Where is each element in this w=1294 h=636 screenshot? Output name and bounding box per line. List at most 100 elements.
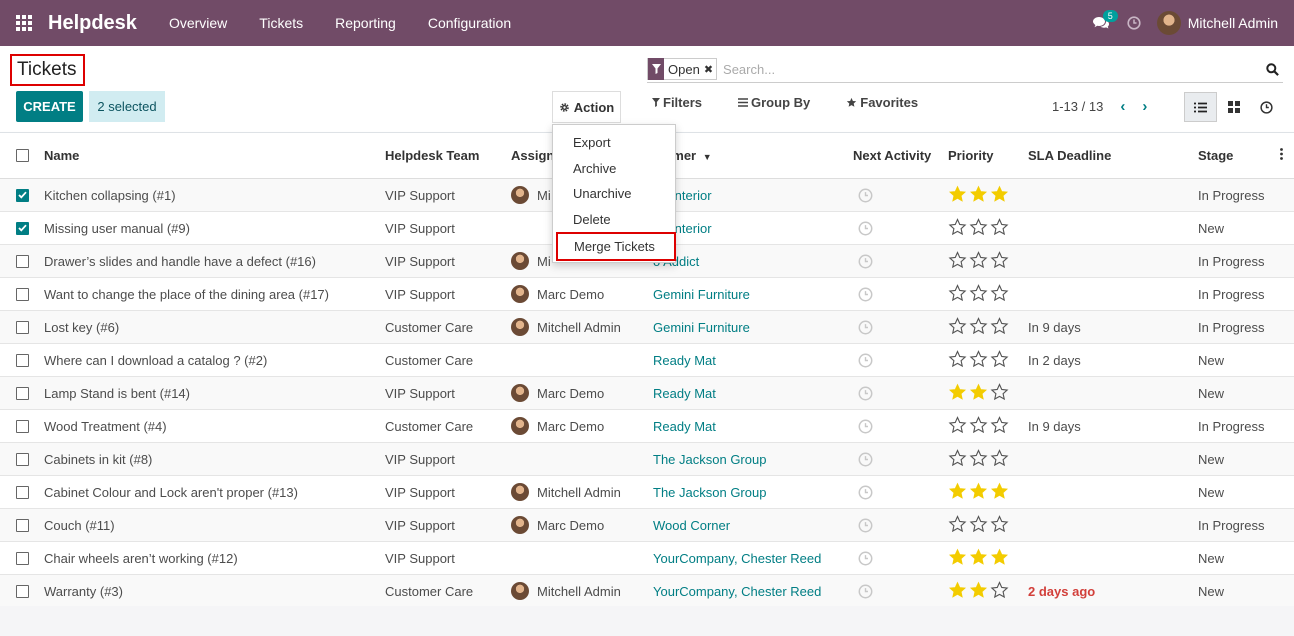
star-empty-icon[interactable] [969, 251, 988, 269]
customer-link[interactable]: The Jackson Group [653, 452, 766, 467]
customer-link[interactable]: YourCompany, Chester Reed [653, 551, 821, 566]
table-row[interactable]: Cabinets in kit (#8) VIP Support The Jacks… [0, 443, 1294, 476]
star-filled-icon[interactable] [990, 185, 1009, 203]
star-empty-icon[interactable] [990, 449, 1009, 467]
column-priority[interactable]: Priority [948, 148, 994, 163]
customer-link[interactable]: Ready Mat [653, 419, 716, 434]
menu-tickets[interactable]: Tickets [243, 0, 319, 46]
select-all-checkbox[interactable] [16, 149, 29, 162]
star-filled-icon[interactable] [969, 581, 988, 599]
column-next-activity[interactable]: Next Activity [853, 148, 931, 163]
row-checkbox[interactable] [16, 485, 29, 499]
table-row[interactable]: Where can I download a catalog ? (#2) Cus… [0, 344, 1294, 377]
pager-value[interactable]: 1-13 / 13 [1052, 99, 1103, 114]
next-activity-icon[interactable] [858, 353, 873, 371]
star-empty-icon[interactable] [990, 581, 1009, 599]
star-empty-icon[interactable] [969, 350, 988, 368]
star-empty-icon[interactable] [948, 449, 967, 467]
filters-button[interactable]: Filters [652, 95, 720, 110]
row-checkbox[interactable] [16, 518, 29, 532]
priority-stars[interactable] [948, 284, 1011, 302]
favorites-button[interactable]: Favorites [846, 95, 936, 110]
row-checkbox[interactable] [16, 584, 29, 598]
star-filled-icon[interactable] [969, 548, 988, 566]
column-stage[interactable]: Stage [1198, 148, 1233, 163]
priority-stars[interactable] [948, 350, 1011, 368]
star-empty-icon[interactable] [969, 449, 988, 467]
row-checkbox[interactable] [16, 353, 29, 367]
menu-archive[interactable]: Archive [573, 161, 616, 176]
row-checkbox[interactable] [16, 320, 29, 334]
table-row[interactable]: Couch (#11) VIP Support Marc Demo Wood Corn… [0, 509, 1294, 542]
star-filled-icon[interactable] [948, 185, 967, 203]
column-name[interactable]: Name [44, 148, 79, 163]
star-empty-icon[interactable] [948, 317, 967, 335]
next-activity-icon[interactable] [858, 254, 873, 272]
list-view-button[interactable] [1184, 92, 1217, 122]
row-checkbox[interactable] [16, 386, 29, 400]
priority-stars[interactable] [948, 185, 1011, 203]
group-by-button[interactable]: Group By [738, 95, 828, 110]
user-menu[interactable]: Mitchell Admin [1149, 11, 1294, 35]
star-empty-icon[interactable] [990, 317, 1009, 335]
next-activity-icon[interactable] [858, 221, 873, 239]
menu-merge-tickets[interactable]: Merge Tickets [556, 232, 676, 261]
priority-stars[interactable] [948, 416, 1011, 434]
priority-stars[interactable] [948, 218, 1011, 236]
customer-link[interactable]: Gemini Furniture [653, 287, 750, 302]
star-filled-icon[interactable] [969, 185, 988, 203]
star-filled-icon[interactable] [990, 482, 1009, 500]
optional-columns-icon[interactable] [1280, 148, 1283, 163]
menu-reporting[interactable]: Reporting [319, 0, 412, 46]
star-filled-icon[interactable] [990, 548, 1009, 566]
star-empty-icon[interactable] [990, 515, 1009, 533]
customer-link[interactable]: YourCompany, Chester Reed [653, 584, 821, 599]
star-filled-icon[interactable] [969, 383, 988, 401]
next-activity-icon[interactable] [858, 485, 873, 503]
row-checkbox[interactable] [16, 287, 29, 301]
star-empty-icon[interactable] [990, 284, 1009, 302]
next-activity-icon[interactable] [858, 551, 873, 569]
column-assigned[interactable]: Assign [511, 148, 554, 163]
priority-stars[interactable] [948, 251, 1011, 269]
row-checkbox[interactable] [16, 452, 29, 466]
kanban-view-button[interactable] [1217, 92, 1250, 122]
star-filled-icon[interactable] [948, 581, 967, 599]
star-empty-icon[interactable] [948, 218, 967, 236]
next-activity-icon[interactable] [858, 452, 873, 470]
star-empty-icon[interactable] [969, 317, 988, 335]
search-input[interactable] [723, 61, 1224, 77]
table-row[interactable]: Wood Treatment (#4) Customer Care Marc Dem… [0, 410, 1294, 443]
pager-previous-icon[interactable]: ‹ [1120, 98, 1125, 115]
star-empty-icon[interactable] [969, 416, 988, 434]
menu-export[interactable]: Export [573, 135, 611, 150]
table-row[interactable]: Cabinet Colour and Lock aren't proper (#… [0, 476, 1294, 509]
priority-stars[interactable] [948, 581, 1011, 599]
messaging-menu[interactable]: 5 [1083, 0, 1119, 46]
column-sla[interactable]: SLA Deadline [1028, 148, 1111, 163]
row-checkbox[interactable] [16, 221, 29, 235]
column-team[interactable]: Helpdesk Team [385, 148, 479, 163]
activity-view-button[interactable] [1250, 92, 1283, 122]
table-row[interactable]: Lost key (#6) Customer Care Mitchell Admin… [0, 311, 1294, 344]
table-row[interactable]: Chair wheels aren’t working (#12) VIP Sup… [0, 542, 1294, 575]
next-activity-icon[interactable] [858, 386, 873, 404]
menu-overview[interactable]: Overview [153, 0, 243, 46]
customer-link[interactable]: Ready Mat [653, 386, 716, 401]
pager-next-icon[interactable]: › [1142, 98, 1147, 115]
row-checkbox[interactable] [16, 188, 29, 202]
priority-stars[interactable] [948, 482, 1011, 500]
table-row[interactable]: Want to change the place of the dining a… [0, 278, 1294, 311]
star-empty-icon[interactable] [948, 284, 967, 302]
row-checkbox[interactable] [16, 419, 29, 433]
priority-stars[interactable] [948, 548, 1011, 566]
customer-link[interactable]: The Jackson Group [653, 485, 766, 500]
apps-menu-icon[interactable] [0, 0, 48, 46]
next-activity-icon[interactable] [858, 518, 873, 536]
star-empty-icon[interactable] [969, 515, 988, 533]
priority-stars[interactable] [948, 515, 1011, 533]
row-checkbox[interactable] [16, 551, 29, 565]
activity-menu[interactable] [1119, 0, 1149, 46]
star-empty-icon[interactable] [948, 251, 967, 269]
menu-delete[interactable]: Delete [573, 212, 611, 227]
